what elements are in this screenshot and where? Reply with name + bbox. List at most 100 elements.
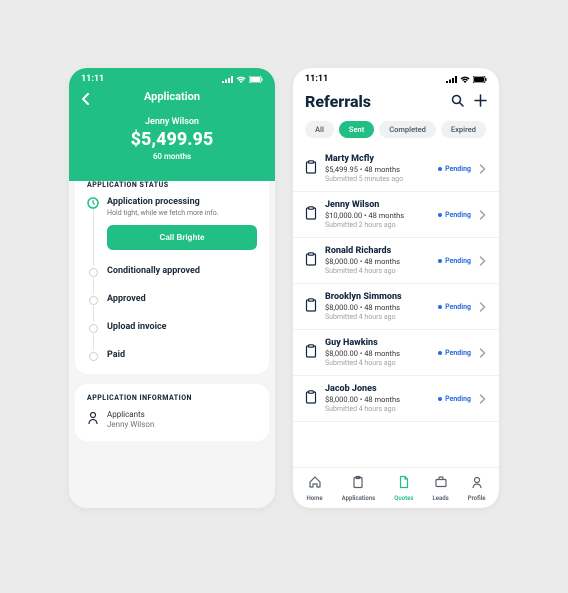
chevron-right-icon [479, 297, 487, 316]
clipboard-icon [351, 474, 365, 493]
referral-body: Guy Hawkins $8,000.00 • 48 months Submit… [325, 338, 430, 367]
clipboard-icon [305, 297, 317, 316]
status-section-label: APPLICATION STATUS [87, 181, 257, 189]
nav-label: Applications [342, 495, 376, 502]
referral-name: Ronald Richards [325, 246, 430, 256]
step-connector [93, 278, 94, 294]
referral-body: Marty Mcfly $5,499.95 • 48 months Submit… [325, 154, 430, 183]
referral-meta: $5,499.95 • 48 months [325, 165, 430, 174]
wifi-icon [460, 76, 470, 83]
filter-chip-completed[interactable]: Completed [379, 121, 436, 138]
plus-icon [474, 94, 487, 107]
search-button[interactable] [451, 92, 464, 111]
referral-row[interactable]: Ronald Richards $8,000.00 • 48 months Su… [293, 238, 499, 284]
referral-row[interactable]: Marty Mcfly $5,499.95 • 48 months Submit… [293, 146, 499, 192]
step-title: Application processing [107, 197, 257, 207]
nav-item-quotes[interactable]: Quotes [394, 474, 413, 502]
status-step: Paid [87, 350, 257, 362]
info-card: APPLICATION INFORMATION Applicants Jenny… [75, 384, 269, 441]
referral-meta: $8,000.00 • 48 months [325, 395, 430, 404]
referral-submitted: Submitted 4 hours ago [325, 313, 430, 321]
filter-chip-all[interactable]: All [305, 121, 334, 138]
application-body: APPLICATION STATUS Application processin… [69, 181, 275, 508]
status-badge: Pending [438, 395, 471, 403]
referrals-header: 11:11 Referrals All Sent Completed Ex [293, 68, 499, 146]
battery-icon [473, 76, 487, 83]
status-icons [446, 76, 487, 83]
nav-item-applications[interactable]: Applications [342, 474, 376, 502]
referral-submitted: Submitted 4 hours ago [325, 405, 430, 413]
search-icon [451, 94, 464, 107]
back-button[interactable] [81, 90, 91, 109]
status-step: Conditionally approved [87, 266, 257, 294]
referral-meta: $10,000.00 • 48 months [325, 211, 430, 220]
home-icon [308, 474, 322, 493]
nav-label: Home [307, 495, 323, 502]
clipboard-icon [305, 343, 317, 362]
step-title: Paid [107, 350, 125, 360]
referral-submitted: Submitted 4 hours ago [325, 267, 430, 275]
filter-chip-sent[interactable]: Sent [339, 121, 374, 138]
referral-body: Ronald Richards $8,000.00 • 48 months Su… [325, 246, 430, 275]
bottom-nav: Home Applications Quotes Leads Profile [293, 467, 499, 508]
call-brighte-button[interactable]: Call Brighte [107, 225, 257, 250]
chevron-right-icon [479, 389, 487, 408]
referral-row[interactable]: Jenny Wilson $10,000.00 • 48 months Subm… [293, 192, 499, 238]
nav-label: Leads [433, 495, 449, 502]
wifi-icon [236, 76, 246, 83]
signal-icon [222, 76, 233, 83]
step-connector [93, 209, 94, 266]
battery-icon [249, 76, 263, 83]
person-icon [87, 410, 99, 429]
info-section-label: APPLICATION INFORMATION [87, 394, 257, 402]
status-time: 11:11 [305, 74, 328, 84]
referrals-list[interactable]: Marty Mcfly $5,499.95 • 48 months Submit… [293, 146, 499, 467]
status-step: Application processing Hold tight, while… [87, 197, 257, 266]
referral-submitted: Submitted 4 hours ago [325, 359, 430, 367]
application-amount: $5,499.95 [81, 129, 263, 150]
referral-name: Jenny Wilson [325, 200, 430, 210]
briefcase-icon [434, 474, 448, 493]
step-title: Upload invoice [107, 322, 167, 332]
add-button[interactable] [474, 92, 487, 111]
status-card: APPLICATION STATUS Application processin… [75, 171, 269, 374]
document-icon [397, 474, 411, 493]
person-icon [470, 474, 484, 493]
step-subtitle: Hold tight, while we fetch more info. [107, 209, 257, 217]
step-connector [93, 306, 94, 322]
application-header: 11:11 Application Jenny Wilson $5,499.95… [69, 68, 275, 181]
status-step: Approved [87, 294, 257, 322]
nav-item-leads[interactable]: Leads [433, 474, 449, 502]
referral-row[interactable]: Guy Hawkins $8,000.00 • 48 months Submit… [293, 330, 499, 376]
applicants-value: Jenny Wilson [107, 420, 154, 429]
status-badge: Pending [438, 257, 471, 265]
filter-chips: All Sent Completed Expired [305, 121, 487, 138]
referral-name: Brooklyn Simmons [325, 292, 430, 302]
status-bar: 11:11 [305, 68, 487, 88]
chevron-left-icon [81, 93, 91, 105]
referral-body: Jacob Jones $8,000.00 • 48 months Submit… [325, 384, 430, 413]
chevron-right-icon [479, 205, 487, 224]
page-title: Referrals [305, 92, 371, 111]
referral-name: Marty Mcfly [325, 154, 430, 164]
status-bar: 11:11 [81, 68, 263, 88]
step-marker [87, 294, 99, 306]
application-screen: 11:11 Application Jenny Wilson $5,499.95… [69, 68, 275, 508]
clock-icon [87, 197, 99, 209]
referral-row[interactable]: Brooklyn Simmons $8,000.00 • 48 months S… [293, 284, 499, 330]
header-actions [451, 92, 487, 111]
step-marker [87, 350, 99, 362]
referral-meta: $8,000.00 • 48 months [325, 349, 430, 358]
application-term: 60 months [81, 152, 263, 161]
clipboard-icon [305, 389, 317, 408]
chevron-right-icon [479, 251, 487, 270]
step-content: Application processing Hold tight, while… [107, 197, 257, 250]
referral-row[interactable]: Jacob Jones $8,000.00 • 48 months Submit… [293, 376, 499, 422]
nav-label: Profile [468, 495, 486, 502]
nav-item-home[interactable]: Home [307, 474, 323, 502]
nav-item-profile[interactable]: Profile [468, 474, 486, 502]
nav-label: Quotes [394, 495, 413, 502]
status-badge: Pending [438, 211, 471, 219]
filter-chip-expired[interactable]: Expired [441, 121, 486, 138]
referral-body: Brooklyn Simmons $8,000.00 • 48 months S… [325, 292, 430, 321]
